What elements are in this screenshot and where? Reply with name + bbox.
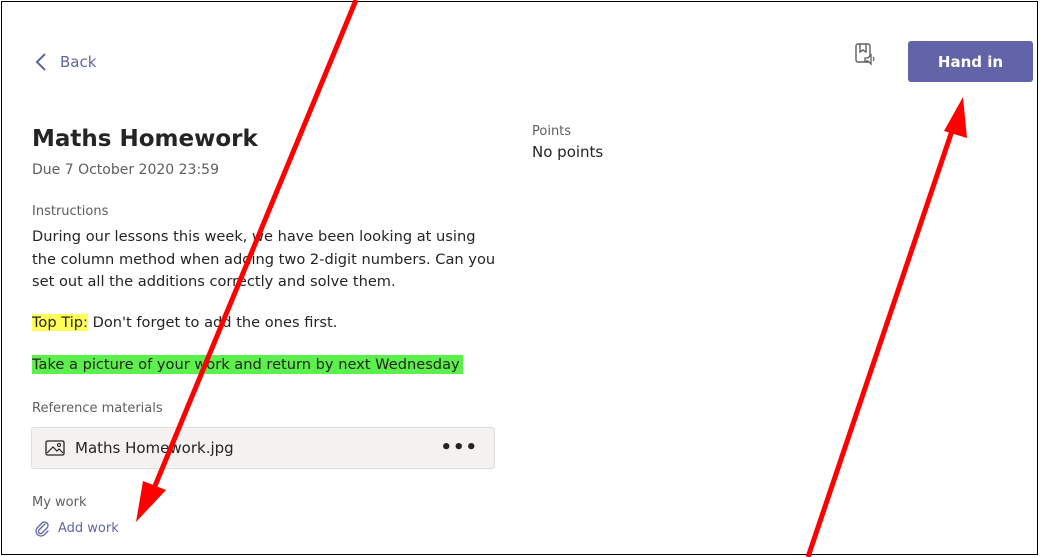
back-button[interactable]: Back	[34, 52, 96, 72]
chevron-left-icon	[35, 53, 46, 71]
more-options-icon[interactable]: •••	[440, 437, 478, 458]
add-work-label: Add work	[58, 520, 119, 536]
assignment-title: Maths Homework	[32, 126, 258, 152]
points-value: No points	[532, 143, 604, 161]
my-work-label: My work	[32, 495, 87, 510]
highlighted-instruction: Take a picture of your work and return b…	[32, 355, 463, 374]
due-date: Due 7 October 2020 23:59	[32, 162, 219, 178]
add-work-button[interactable]: Add work	[34, 519, 119, 537]
reference-file-card[interactable]: Maths Homework.jpg •••	[31, 427, 495, 469]
reference-materials-label: Reference materials	[32, 401, 163, 416]
top-tip-label: Top Tip:	[32, 314, 88, 331]
reference-file-name: Maths Homework.jpg	[75, 439, 234, 457]
image-file-icon	[45, 440, 65, 456]
back-label: Back	[60, 53, 97, 71]
immersive-reader-icon[interactable]	[854, 42, 878, 68]
instructions-text: During our lessons this week, we have be…	[32, 228, 496, 290]
top-tip: Top Tip: Don't forget to add the ones fi…	[32, 314, 337, 331]
top-tip-text: Don't forget to add the ones first.	[87, 314, 338, 331]
instructions-label: Instructions	[32, 204, 109, 219]
assignment-window: Back Hand in Maths Homework Due 7 Octobe…	[1, 1, 1038, 555]
points-label: Points	[532, 124, 572, 139]
paperclip-icon	[35, 521, 49, 537]
hand-in-button[interactable]: Hand in	[908, 41, 1033, 82]
